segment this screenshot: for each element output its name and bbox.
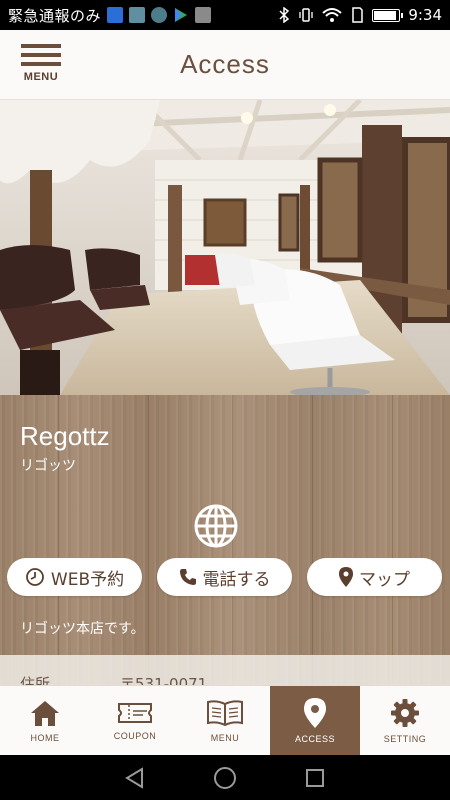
vibrate-icon [299, 8, 313, 22]
tab-menu-label: MENU [210, 732, 240, 743]
hamburger-icon-bar [21, 62, 61, 66]
hamburger-icon-bar [21, 53, 61, 57]
map-label: マップ [359, 569, 410, 590]
clock-time: 9:34 [408, 6, 442, 24]
tab-access-label: ACCESS [294, 733, 335, 744]
salon-hero-image [0, 100, 450, 395]
phone-icon [179, 569, 196, 585]
back-icon[interactable] [123, 766, 147, 790]
tab-coupon[interactable]: COUPON [90, 686, 180, 755]
web-reservation-label: WEB予約 [50, 569, 125, 590]
app-header: MENU Access [0, 30, 450, 100]
gallery-icon [129, 7, 146, 23]
map-pin-icon [304, 697, 326, 728]
shop-name-kana: リゴッツ [20, 458, 76, 474]
tab-setting-label: SETTING [383, 733, 427, 744]
book-icon [207, 699, 243, 726]
menu-label: MENU [23, 71, 59, 83]
shop-info-panel: Regottz リゴッツ WEB予約 電話する マップ リゴッツ本店です。 住所… [0, 395, 450, 685]
address-label: 住所 [20, 675, 51, 685]
play-store-icon [175, 8, 188, 22]
shop-name: Regottz [20, 421, 110, 451]
hamburger-icon [21, 44, 61, 48]
address-value: 〒531-0071 [120, 675, 208, 685]
tab-setting[interactable]: SETTING [360, 686, 450, 755]
globe-icon [194, 504, 238, 548]
gear-icon [391, 698, 419, 727]
call-label: 電話する [202, 569, 271, 590]
call-button[interactable]: 電話する [157, 558, 292, 596]
calendar-icon [195, 7, 212, 23]
shop-description: リゴッツ本店です。 [20, 621, 145, 637]
coupon-icon [118, 702, 152, 723]
website-button[interactable] [193, 503, 239, 549]
status-bar: 緊急通報のみ 9:34 [0, 0, 450, 30]
tab-access[interactable]: ACCESS [270, 686, 360, 755]
bluetooth-icon [279, 7, 290, 23]
clock-icon [25, 568, 44, 586]
wifi-icon [322, 8, 342, 22]
tab-coupon-label: COUPON [113, 730, 157, 741]
sim-icon [352, 7, 364, 23]
web-reservation-button[interactable]: WEB予約 [7, 558, 142, 596]
battery-icon [372, 8, 404, 22]
tab-home-label: HOME [30, 732, 60, 743]
map-pin-icon [339, 567, 353, 587]
home-icon [31, 700, 59, 726]
tab-home[interactable]: HOME [0, 686, 90, 755]
system-navigation-bar [0, 755, 450, 800]
home-circle-icon[interactable] [213, 766, 237, 790]
page-title: Access [180, 49, 270, 79]
map-button[interactable]: マップ [307, 558, 442, 596]
carrier-status-text: 緊急通報のみ [8, 6, 102, 25]
menu-button[interactable]: MENU [20, 44, 62, 88]
tab-menu[interactable]: MENU [180, 686, 270, 755]
address-row: 住所 〒531-0071 [0, 655, 450, 685]
dropbox-icon [107, 7, 124, 23]
shield-icon [151, 7, 168, 23]
bottom-tab-bar: HOME COUPON MENU ACCESS SETTING [0, 685, 450, 755]
recents-icon[interactable] [303, 766, 327, 790]
